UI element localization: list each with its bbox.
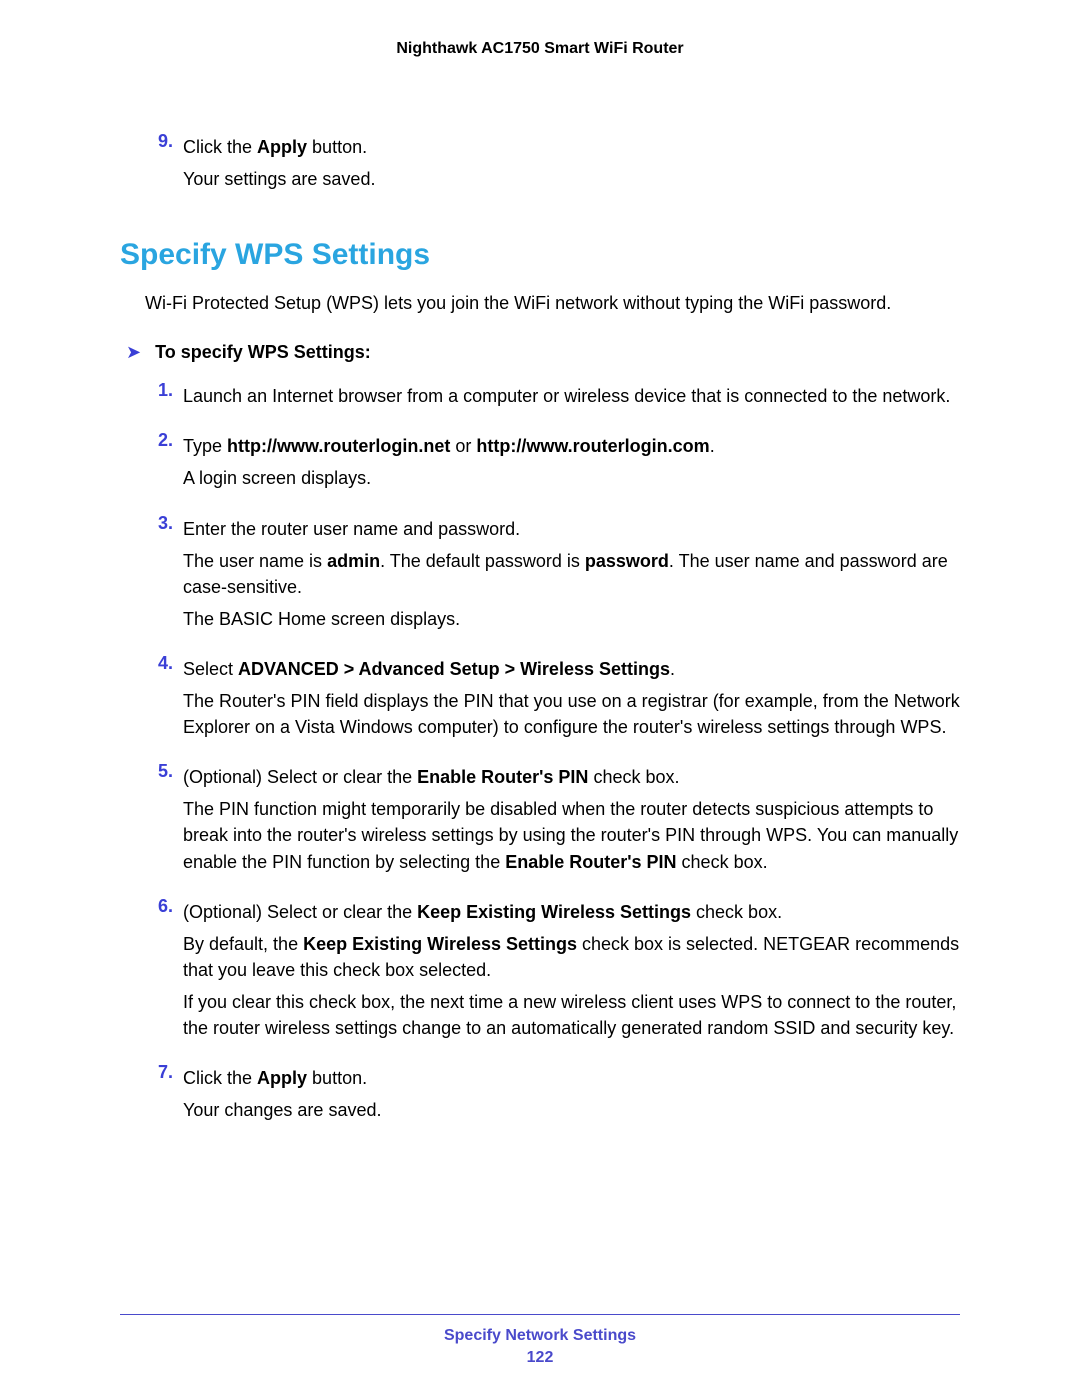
text: .	[670, 659, 675, 679]
text: The Router's PIN field displays the PIN …	[183, 688, 960, 740]
step-body: Type http://www.routerlogin.net or http:…	[183, 427, 960, 497]
text: or	[450, 436, 476, 456]
text: (Optional) Select or clear the	[183, 902, 417, 922]
step-body: (Optional) Select or clear the Enable Ro…	[183, 758, 960, 880]
bold-text: ADVANCED > Advanced Setup > Wireless Set…	[238, 659, 670, 679]
bold-text: Keep Existing Wireless Settings	[303, 934, 577, 954]
section-intro: Wi-Fi Protected Setup (WPS) lets you joi…	[145, 290, 960, 316]
chevron-right-icon: ➤	[126, 342, 141, 363]
text: If you clear this check box, the next ti…	[183, 989, 960, 1041]
text: (Optional) Select or clear the	[183, 767, 417, 787]
document-header: Nighthawk AC1750 Smart WiFi Router	[120, 40, 960, 58]
step-number: 3.	[145, 510, 173, 638]
text: Your changes are saved.	[183, 1097, 960, 1123]
step-5: 5. (Optional) Select or clear the Enable…	[145, 758, 960, 880]
text: The user name is	[183, 551, 327, 571]
step-6: 6. (Optional) Select or clear the Keep E…	[145, 893, 960, 1047]
procedure-heading: ➤ To specify WPS Settings:	[126, 342, 960, 363]
text: . The default password is	[380, 551, 585, 571]
step-number: 4.	[145, 650, 173, 746]
step-3: 3. Enter the router user name and passwo…	[145, 510, 960, 638]
bold-text: Apply	[257, 1068, 307, 1088]
procedure-title: To specify WPS Settings:	[155, 342, 371, 363]
text: Launch an Internet browser from a comput…	[183, 383, 960, 409]
page-number: 122	[120, 1349, 960, 1367]
step-number: 6.	[145, 893, 173, 1047]
step-1: 1. Launch an Internet browser from a com…	[145, 377, 960, 415]
text: The BASIC Home screen displays.	[183, 606, 960, 632]
step-body: Select ADVANCED > Advanced Setup > Wirel…	[183, 650, 960, 746]
step-body: (Optional) Select or clear the Keep Exis…	[183, 893, 960, 1047]
step-4: 4. Select ADVANCED > Advanced Setup > Wi…	[145, 650, 960, 746]
step-7: 7. Click the Apply button. Your changes …	[145, 1059, 960, 1129]
bold-text: http://www.routerlogin.net	[227, 436, 450, 456]
bold-text: password	[585, 551, 669, 571]
step-body: Launch an Internet browser from a comput…	[183, 377, 960, 415]
page-footer: Specify Network Settings 122	[120, 1306, 960, 1367]
text: Your settings are saved.	[183, 166, 960, 192]
bold-text: Keep Existing Wireless Settings	[417, 902, 691, 922]
footer-divider	[120, 1314, 960, 1315]
text: check box.	[691, 902, 782, 922]
step-number: 7.	[145, 1059, 173, 1129]
step-body: Click the Apply button. Your changes are…	[183, 1059, 960, 1129]
text: Enter the router user name and password.	[183, 516, 960, 542]
bold-text: Enable Router's PIN	[417, 767, 588, 787]
step-2: 2. Type http://www.routerlogin.net or ht…	[145, 427, 960, 497]
text: button.	[307, 1068, 367, 1088]
step-number: 1.	[145, 377, 173, 415]
text: button.	[307, 137, 367, 157]
text: check box.	[588, 767, 679, 787]
text: check box.	[677, 852, 768, 872]
step-number: 5.	[145, 758, 173, 880]
text: Type	[183, 436, 227, 456]
text: By default, the	[183, 934, 303, 954]
step-9: 9. Click the Apply button. Your settings…	[145, 128, 960, 198]
continuation-list: 9. Click the Apply button. Your settings…	[145, 128, 960, 198]
text: Select	[183, 659, 238, 679]
document-page: Nighthawk AC1750 Smart WiFi Router 9. Cl…	[0, 0, 1080, 1397]
section-title: Specify WPS Settings	[120, 238, 960, 272]
text: .	[710, 436, 715, 456]
bold-text: Apply	[257, 137, 307, 157]
step-number: 9.	[145, 128, 173, 198]
step-body: Click the Apply button. Your settings ar…	[183, 128, 960, 198]
step-number: 2.	[145, 427, 173, 497]
procedure-steps: 1. Launch an Internet browser from a com…	[145, 377, 960, 1129]
text: A login screen displays.	[183, 465, 960, 491]
step-body: Enter the router user name and password.…	[183, 510, 960, 638]
bold-text: admin	[327, 551, 380, 571]
text: Click the	[183, 1068, 257, 1088]
bold-text: Enable Router's PIN	[505, 852, 676, 872]
footer-section-title: Specify Network Settings	[120, 1327, 960, 1345]
text: Click the	[183, 137, 257, 157]
bold-text: http://www.routerlogin.com	[476, 436, 709, 456]
